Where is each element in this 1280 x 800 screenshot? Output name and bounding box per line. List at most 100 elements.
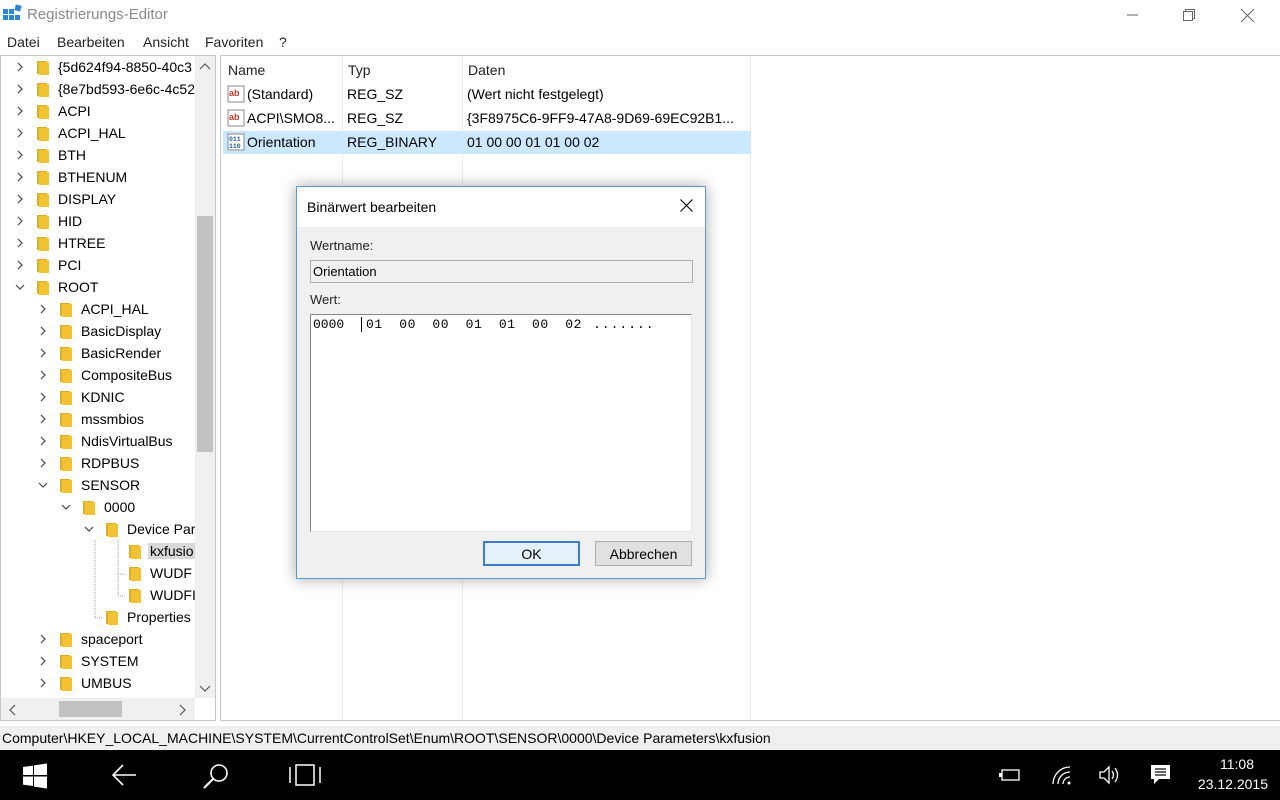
chevron-right-icon[interactable] <box>15 62 25 72</box>
tree-item[interactable]: ACPI_HAL <box>1 299 196 321</box>
tree-item[interactable]: {8e7bd593-6e6c-4c52 <box>1 79 196 101</box>
chevron-right-icon[interactable] <box>38 678 48 688</box>
menu-bearbeiten[interactable]: Bearbeiten <box>57 34 125 50</box>
scroll-up-icon[interactable] <box>199 61 211 71</box>
chevron-right-icon[interactable] <box>15 260 25 270</box>
tree-item[interactable]: KDNIC <box>1 387 196 409</box>
chevron-right-icon[interactable] <box>15 194 25 204</box>
tree-item-label: {5d624f94-8850-40c3 <box>58 59 192 75</box>
tree-item[interactable]: DISPLAY <box>1 189 196 211</box>
tree-item[interactable]: {5d624f94-8850-40c3 <box>1 57 196 79</box>
folder-icon <box>129 545 141 559</box>
menu-favoriten[interactable]: Favoriten <box>205 34 263 50</box>
menu-help[interactable]: ? <box>279 34 287 50</box>
folder-icon <box>60 347 72 361</box>
chevron-right-icon[interactable] <box>38 414 48 424</box>
tree-item[interactable]: spaceport <box>1 629 196 651</box>
tree-item[interactable]: ACPI <box>1 101 196 123</box>
tree-item[interactable]: BTH <box>1 145 196 167</box>
tree-item[interactable]: WUDF <box>1 563 196 585</box>
chevron-right-icon[interactable] <box>38 656 48 666</box>
svg-text:ab: ab <box>229 88 240 98</box>
chevron-down-icon[interactable] <box>15 282 25 292</box>
wifi-icon[interactable] <box>1050 764 1072 786</box>
chevron-down-icon[interactable] <box>61 502 71 512</box>
value-row[interactable]: ab (Standard) REG_SZ (Wert nicht festgelegt… <box>223 83 751 106</box>
minimize-button[interactable] <box>1104 0 1162 30</box>
menu-ansicht[interactable]: Ansicht <box>143 34 189 50</box>
value-row[interactable]: ab ACPI\SMO8... REG_SZ {3F8975C6-9FF9-47A8-… <box>223 107 751 130</box>
tree-item[interactable]: HTREE <box>1 233 196 255</box>
chevron-right-icon[interactable] <box>15 106 25 116</box>
chevron-right-icon[interactable] <box>38 348 48 358</box>
tree-item-label: DISPLAY <box>58 191 117 207</box>
tree-item[interactable]: BasicDisplay <box>1 321 196 343</box>
folder-icon <box>37 237 49 251</box>
chevron-right-icon[interactable] <box>15 128 25 138</box>
scroll-left-icon[interactable] <box>7 704 17 716</box>
menu-datei[interactable]: Datei <box>7 34 40 50</box>
clock-date[interactable]: 23.12.2015 <box>1198 776 1268 792</box>
chevron-right-icon[interactable] <box>38 634 48 644</box>
tree-item[interactable]: SENSOR <box>1 475 196 497</box>
dialog-close-icon[interactable] <box>680 199 693 212</box>
tree-item[interactable]: ROOT <box>1 277 196 299</box>
windows-start-icon[interactable] <box>22 763 48 789</box>
task-view-icon[interactable] <box>288 763 322 787</box>
chevron-right-icon[interactable] <box>38 392 48 402</box>
tree-item[interactable]: Device Par <box>1 519 196 541</box>
tree-item[interactable]: BasicRender <box>1 343 196 365</box>
hex-ascii[interactable]: ....... <box>593 317 655 332</box>
value-row[interactable]: 011 110 Orientation REG_BINARY 01 00 00 01 0… <box>223 131 751 154</box>
chevron-right-icon[interactable] <box>38 458 48 468</box>
ok-button[interactable]: OK <box>483 541 580 566</box>
hex-bytes[interactable]: 01 00 00 01 01 00 02 <box>366 317 582 332</box>
tree-item[interactable]: 0000 <box>1 497 196 519</box>
column-header-type[interactable]: Typ <box>348 62 371 78</box>
cancel-button[interactable]: Abbrechen <box>595 541 692 566</box>
tree-item[interactable]: Properties <box>1 607 196 629</box>
close-button[interactable] <box>1218 0 1276 30</box>
scroll-right-icon[interactable] <box>178 704 188 716</box>
battery-icon[interactable] <box>998 766 1022 784</box>
chevron-down-icon[interactable] <box>84 524 94 534</box>
tree-item[interactable]: WUDFI <box>1 585 196 607</box>
volume-icon[interactable] <box>1098 765 1122 785</box>
chevron-right-icon[interactable] <box>38 326 48 336</box>
tree-item[interactable]: BTHENUM <box>1 167 196 189</box>
chevron-right-icon[interactable] <box>15 216 25 226</box>
column-header-name[interactable]: Name <box>228 62 265 78</box>
tree-item[interactable]: UMBUS <box>1 673 196 695</box>
restore-button[interactable] <box>1160 0 1218 30</box>
scroll-down-icon[interactable] <box>199 684 211 694</box>
tree-item[interactable]: RDPBUS <box>1 453 196 475</box>
tree-item-label: UMBUS <box>81 675 132 691</box>
search-icon[interactable] <box>202 763 230 789</box>
chevron-right-icon[interactable] <box>15 238 25 248</box>
chevron-right-icon[interactable] <box>38 370 48 380</box>
back-arrow-icon[interactable] <box>110 763 138 787</box>
tree-item[interactable]: HID <box>1 211 196 233</box>
chevron-right-icon[interactable] <box>15 84 25 94</box>
chevron-right-icon[interactable] <box>15 172 25 182</box>
chevron-right-icon[interactable] <box>15 150 25 160</box>
tree-item[interactable]: kxfusio <box>1 541 196 563</box>
folder-icon <box>37 61 49 75</box>
tree-item[interactable]: CompositeBus <box>1 365 196 387</box>
hex-editor[interactable]: 0000 01 00 00 01 01 00 02 ....... <box>310 314 692 532</box>
tree-item[interactable]: PCI <box>1 255 196 277</box>
tree-item[interactable]: SYSTEM <box>1 651 196 673</box>
chevron-down-icon[interactable] <box>38 480 48 490</box>
action-center-icon[interactable] <box>1150 764 1172 786</box>
tree-item[interactable]: ACPI_HAL <box>1 123 196 145</box>
tree-item-label: PCI <box>58 257 82 273</box>
column-header-data[interactable]: Daten <box>468 62 505 78</box>
tree-item[interactable]: NdisVirtualBus <box>1 431 196 453</box>
chevron-right-icon[interactable] <box>38 436 48 446</box>
registry-tree[interactable]: {5d624f94-8850-40c3 {8e7bd593-6e6c-4c52 AC… <box>0 55 216 721</box>
tree-item[interactable]: mssmbios <box>1 409 196 431</box>
clock-time[interactable]: 11:08 <box>1220 756 1254 772</box>
chevron-right-icon[interactable] <box>38 304 48 314</box>
tree-horizontal-scroll-thumb[interactable] <box>59 701 122 717</box>
tree-vertical-scroll-thumb[interactable] <box>197 216 213 452</box>
